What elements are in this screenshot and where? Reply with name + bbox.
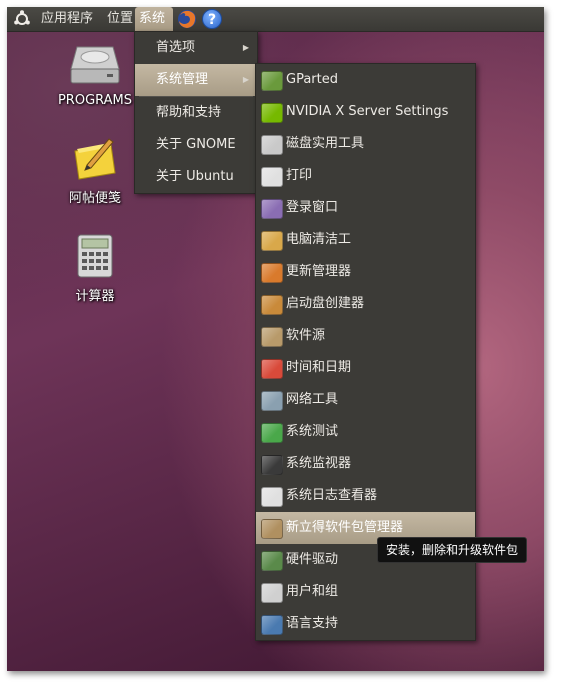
disk-icon [261, 135, 283, 155]
menu-item-label: 关于 GNOME [156, 137, 236, 152]
menu-item-preferences[interactable]: 首选项 ▶ [135, 32, 257, 64]
desktop: 应用程序 位置 系统 ? PROGRAMS 阿帖便笺 计算器 首选项 ▶ 系统管… [7, 7, 544, 671]
menu-item-disk[interactable]: 磁盘实用工具 [256, 128, 475, 160]
places-menu[interactable]: 位置 [103, 7, 137, 31]
log-viewer-icon [261, 487, 283, 507]
menu-item-system-testing[interactable]: 系统测试 [256, 416, 475, 448]
top-panel: 应用程序 位置 系统 ? [7, 7, 544, 32]
calculator-icon [77, 234, 113, 278]
menu-item-label: 硬件驱动 [286, 552, 339, 567]
notes-icon [74, 138, 116, 180]
nvidia-icon [261, 103, 283, 123]
system-dropdown-menu: 首选项 ▶ 系统管理 ▶ 帮助和支持 关于 GNOME 关于 Ubuntu [134, 31, 258, 194]
menu-item-system-monitor[interactable]: 系统监视器 [256, 448, 475, 480]
software-sources-icon [261, 327, 283, 347]
menu-item-label: 帮助和支持 [156, 105, 222, 120]
system-monitor-icon [261, 455, 283, 475]
hard-drive-icon [70, 46, 120, 84]
menu-item-printer[interactable]: 打印 [256, 160, 475, 192]
language-icon [261, 615, 283, 635]
desktop-icon-label: 计算器 [75, 289, 115, 304]
menu-item-label: 打印 [286, 168, 313, 183]
menu-item-login-window[interactable]: 登录窗口 [256, 192, 475, 224]
gparted-icon [261, 71, 283, 91]
system-testing-icon [261, 423, 283, 443]
menu-item-help[interactable]: 帮助和支持 [135, 97, 257, 129]
menu-item-gparted[interactable]: GParted [256, 64, 475, 96]
menu-item-label: 网络工具 [286, 392, 339, 407]
desktop-icon-programs[interactable]: PROGRAMS [47, 43, 143, 108]
desktop-icon-label: 阿帖便笺 [68, 191, 121, 206]
menu-item-label: NVIDIA X Server Settings [286, 104, 449, 119]
menu-item-users[interactable]: 用户和组 [256, 576, 475, 608]
startup-disk-icon [261, 295, 283, 315]
menu-item-label: 系统测试 [286, 424, 339, 439]
menu-item-about-ubuntu[interactable]: 关于 Ubuntu [135, 161, 257, 193]
menu-item-label: 电脑清洁工 [286, 232, 352, 247]
menu-item-label: 更新管理器 [286, 264, 352, 279]
desktop-icon-calculator[interactable]: 计算器 [47, 233, 143, 304]
menu-item-label: 系统管理 [156, 72, 209, 87]
applications-menu[interactable]: 应用程序 [37, 7, 97, 31]
menu-item-label: GParted [286, 72, 338, 87]
submenu-arrow-icon: ▶ [242, 75, 249, 84]
menu-item-label: 时间和日期 [286, 360, 352, 375]
menu-item-language[interactable]: 语言支持 [256, 608, 475, 640]
printer-icon [261, 167, 283, 187]
menu-item-log-viewer[interactable]: 系统日志查看器 [256, 480, 475, 512]
tooltip: 安装，删除和升级软件包 [377, 537, 528, 563]
menu-item-label: 用户和组 [286, 584, 339, 599]
menu-item-administration[interactable]: 系统管理 ▶ [135, 64, 257, 96]
desktop-icon-notes[interactable]: 阿帖便笺 [47, 135, 143, 206]
submenu-arrow-icon: ▶ [242, 43, 249, 52]
system-menu[interactable]: 系统 [135, 7, 173, 31]
network-tools-icon [261, 391, 283, 411]
menu-item-label: 软件源 [286, 328, 326, 343]
menu-item-nvidia[interactable]: NVIDIA X Server Settings [256, 96, 475, 128]
menu-item-calendar[interactable]: 时间和日期 [256, 352, 475, 384]
login-window-icon [261, 199, 283, 219]
menu-item-label: 启动盘创建器 [286, 296, 365, 311]
menu-item-label: 首选项 [156, 40, 196, 55]
desktop-icon-label: PROGRAMS [57, 93, 133, 108]
menu-item-label: 系统监视器 [286, 456, 352, 471]
update-manager-icon [261, 263, 283, 283]
users-icon [261, 583, 283, 603]
menu-item-label: 磁盘实用工具 [286, 136, 365, 151]
firefox-icon[interactable] [177, 9, 197, 29]
help-icon[interactable]: ? [202, 9, 222, 29]
calendar-icon [261, 359, 283, 379]
menu-item-label: 语言支持 [286, 616, 339, 631]
menu-item-about-gnome[interactable]: 关于 GNOME [135, 129, 257, 161]
menu-item-network-tools[interactable]: 网络工具 [256, 384, 475, 416]
menu-item-label: 登录窗口 [286, 200, 339, 215]
broom-icon [261, 231, 283, 251]
menu-item-update-manager[interactable]: 更新管理器 [256, 256, 475, 288]
menu-item-label: 关于 Ubuntu [156, 169, 234, 184]
ubuntu-logo-icon[interactable] [13, 10, 31, 28]
menu-item-broom[interactable]: 电脑清洁工 [256, 224, 475, 256]
menu-item-software-sources[interactable]: 软件源 [256, 320, 475, 352]
menu-item-label: 系统日志查看器 [286, 488, 378, 503]
hardware-drivers-icon [261, 551, 283, 571]
synaptic-icon [261, 519, 283, 539]
menu-item-startup-disk[interactable]: 启动盘创建器 [256, 288, 475, 320]
